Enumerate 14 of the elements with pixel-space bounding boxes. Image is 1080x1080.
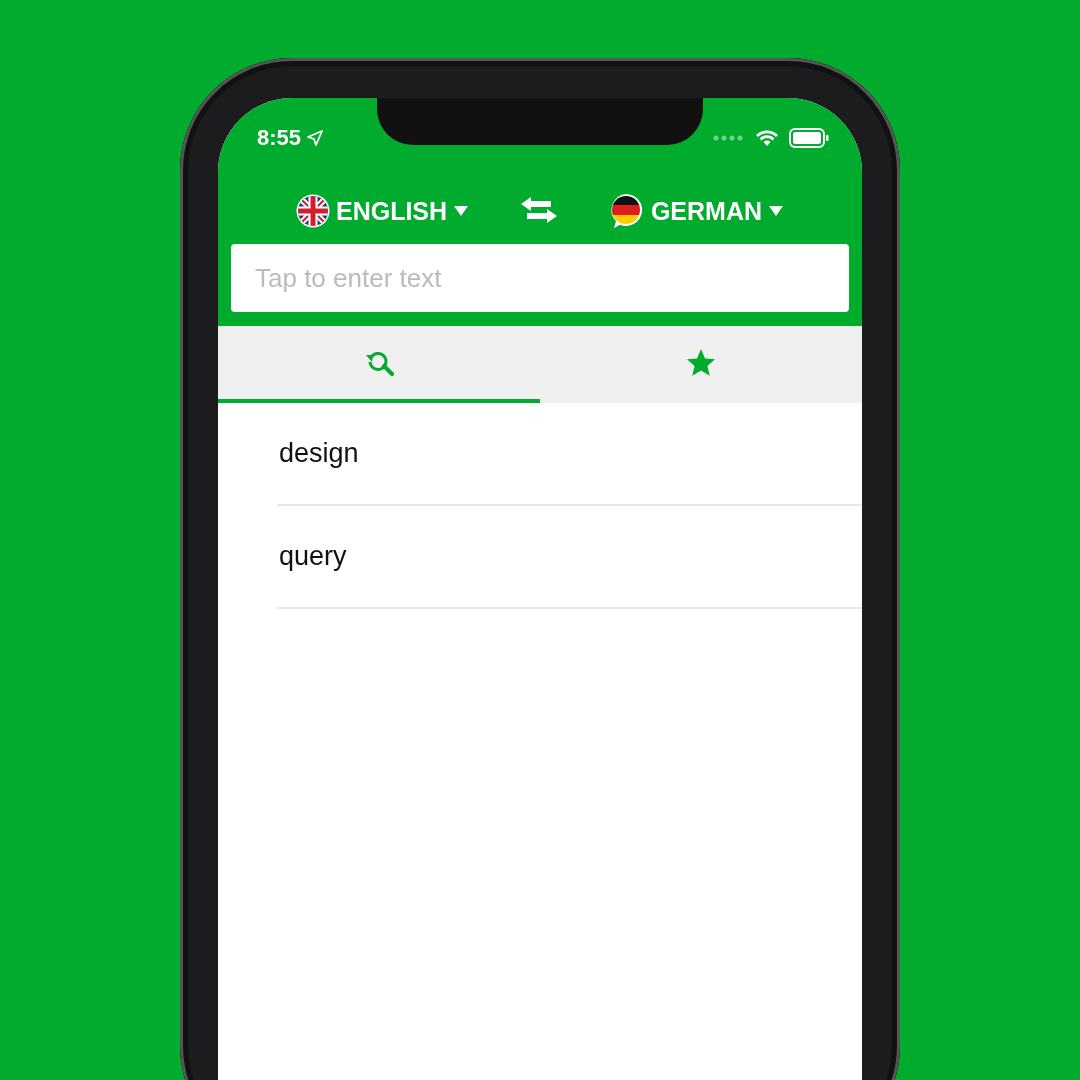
location-arrow-icon (307, 130, 324, 146)
wifi-icon (755, 129, 779, 147)
result-item[interactable]: design (279, 438, 359, 469)
clock-time: 8:55 (257, 125, 302, 151)
result-item[interactable]: query (279, 541, 347, 572)
caret-icon (453, 205, 470, 217)
uk-flag-icon (295, 194, 330, 228)
swap-arrows-icon (519, 195, 559, 224)
german-flag-icon (608, 193, 645, 229)
battery-icon (789, 128, 829, 148)
signal-icon (713, 135, 745, 141)
star-icon (686, 347, 716, 378)
text-input-field[interactable]: Tap to enter text (231, 244, 849, 312)
caret-icon (768, 205, 785, 217)
